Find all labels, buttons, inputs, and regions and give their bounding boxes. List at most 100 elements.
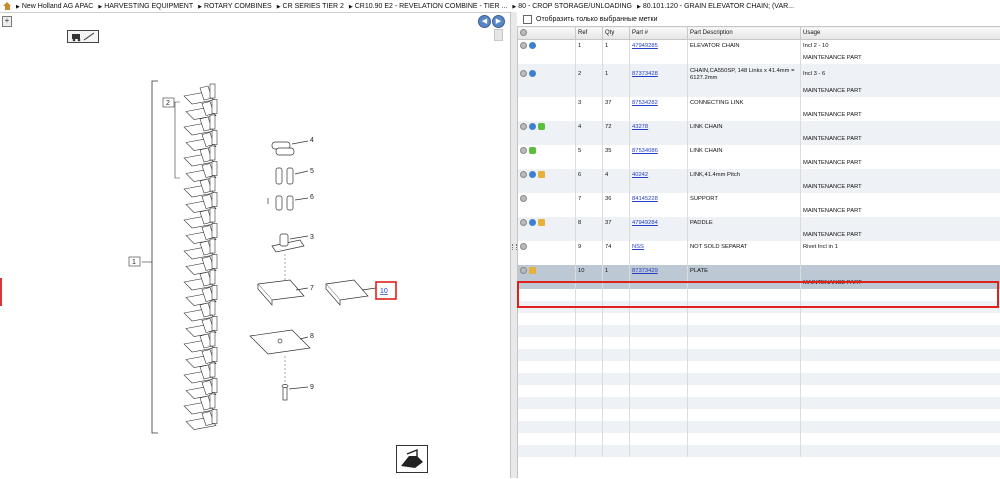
- exploded-diagram: 1 2 4 5 6 3: [100, 58, 440, 443]
- cell-desc: CHAIN,CA550SP, 148 Links x 41.4mm = 6127…: [688, 64, 801, 85]
- cell-part[interactable]: 47949284: [630, 217, 688, 229]
- header-part[interactable]: Part #: [630, 27, 688, 40]
- breadcrumb-item[interactable]: ▶80 - CROP STORAGE/UNLOADING: [512, 3, 632, 10]
- breadcrumb-label: CR10.90 E2 - REVELATION COMBINE - TIER .…: [355, 3, 508, 10]
- elevator-chain-drawing: [184, 84, 217, 430]
- gear-icon[interactable]: [520, 42, 527, 49]
- blue-icon[interactable]: [529, 42, 536, 49]
- row-icons[interactable]: [518, 64, 576, 85]
- gear-icon[interactable]: [520, 70, 527, 77]
- cell-usage: Incl 3 - 6: [801, 64, 1000, 85]
- table-row[interactable]: 6440242LINK,41.4mm Pitch: [518, 169, 1000, 181]
- back-nav-button[interactable]: ◀: [478, 15, 491, 28]
- cell-part[interactable]: 47949285: [630, 40, 688, 53]
- row-icons[interactable]: [518, 217, 576, 229]
- part-number-link[interactable]: NSS: [632, 244, 644, 250]
- header-icons[interactable]: [518, 27, 576, 40]
- expand-icon[interactable]: +: [2, 16, 12, 27]
- view-mode-icon[interactable]: [67, 30, 99, 43]
- diagram-scrollbar[interactable]: [494, 29, 503, 41]
- part-number-link[interactable]: 87373428: [632, 71, 658, 77]
- gear-icon[interactable]: [520, 195, 527, 202]
- row-icons[interactable]: [518, 121, 576, 133]
- table-row[interactable]: 73684145228SUPPORT: [518, 193, 1000, 205]
- cell-desc: LINK CHAIN: [688, 121, 801, 133]
- box-icon[interactable]: [529, 267, 536, 274]
- table-row-note: MAINTENANCE PART: [518, 133, 1000, 145]
- table-row-selected[interactable]: 10187373429PLATE: [518, 265, 1000, 277]
- cell-ref: 3: [576, 97, 603, 109]
- cell-part[interactable]: 87534282: [630, 97, 688, 109]
- row-icons[interactable]: [518, 145, 576, 157]
- table-row[interactable]: 53587534086LINK CHAIN: [518, 145, 1000, 157]
- part-number-link[interactable]: 43278: [632, 124, 648, 130]
- breadcrumb-item[interactable]: ▶ROTARY COMBINES: [198, 3, 272, 10]
- table-row[interactable]: 1147949285ELEVATOR CHAINIncl 2 - 10: [518, 40, 1000, 53]
- part-number-link[interactable]: 87373429: [632, 268, 658, 274]
- cell-part[interactable]: 43278: [630, 121, 688, 133]
- header-ref[interactable]: Ref: [576, 27, 603, 40]
- green-icon[interactable]: [538, 123, 545, 130]
- row-icons[interactable]: [518, 193, 576, 205]
- table-row-note: MAINTENANCE PART: [518, 85, 1000, 97]
- part-number-link[interactable]: 40242: [632, 172, 648, 178]
- gear-icon[interactable]: [520, 147, 527, 154]
- gear-icon[interactable]: [520, 267, 527, 274]
- selected-only-checkbox[interactable]: [523, 15, 532, 24]
- part-number-link[interactable]: 47949285: [632, 43, 658, 49]
- cell-note: MAINTENANCE PART: [801, 229, 1000, 241]
- breadcrumb-item[interactable]: ▶HARVESTING EQUIPMENT: [98, 3, 193, 10]
- table-row[interactable]: 974NSSNOT SOLD SEPARATRivet Incl in 1: [518, 241, 1000, 253]
- blue-icon[interactable]: [529, 70, 536, 77]
- green-icon[interactable]: [529, 147, 536, 154]
- blue-icon[interactable]: [529, 123, 536, 130]
- row-icons[interactable]: [518, 169, 576, 181]
- next-view-icon[interactable]: [396, 445, 428, 473]
- cell-qty: 1: [603, 40, 630, 53]
- gear-icon[interactable]: [520, 171, 527, 178]
- part-number-link[interactable]: 87534086: [632, 148, 658, 154]
- gear-icon[interactable]: [520, 219, 527, 226]
- row-icons[interactable]: [518, 265, 576, 277]
- forward-nav-button[interactable]: ▶: [492, 15, 505, 28]
- table-row-note: MAINTENANCE PART: [518, 181, 1000, 193]
- blue-icon[interactable]: [529, 219, 536, 226]
- box-icon[interactable]: [538, 171, 545, 178]
- breadcrumb-separator-icon: ▶: [349, 4, 353, 10]
- cell-part[interactable]: 87373428: [630, 64, 688, 85]
- table-row[interactable]: 33787534282CONNECTING LINK: [518, 97, 1000, 109]
- table-row[interactable]: 47243278LINK CHAIN: [518, 121, 1000, 133]
- header-qty[interactable]: Qty: [603, 27, 630, 40]
- cell-part[interactable]: 87534086: [630, 145, 688, 157]
- gear-icon[interactable]: [520, 243, 527, 250]
- breadcrumb-item[interactable]: ▶CR10.90 E2 - REVELATION COMBINE - TIER …: [349, 3, 507, 10]
- table-row[interactable]: 83747949284PADDLE: [518, 217, 1000, 229]
- cell-part[interactable]: 84145228: [630, 193, 688, 205]
- table-row[interactable]: 2187373428CHAIN,CA550SP, 148 Links x 41.…: [518, 64, 1000, 85]
- blue-icon[interactable]: [529, 171, 536, 178]
- gear-icon[interactable]: [520, 123, 527, 130]
- row-icons[interactable]: [518, 40, 576, 53]
- cell-ref: 5: [576, 145, 603, 157]
- row-icons[interactable]: [518, 97, 576, 109]
- breadcrumb-item[interactable]: ▶80.101.120 - GRAIN ELEVATOR CHAIN; (VAR…: [637, 3, 794, 10]
- cell-part[interactable]: 87373429: [630, 265, 688, 277]
- breadcrumb-item[interactable]: ▶New Holland AG APAC: [16, 3, 93, 10]
- empty-row: [518, 445, 1000, 457]
- cell-note: [801, 253, 1000, 265]
- part-number-link[interactable]: 84145228: [632, 196, 658, 202]
- header-description[interactable]: Part Description: [688, 27, 801, 40]
- cell-usage: [801, 193, 1000, 205]
- cell-part[interactable]: 40242: [630, 169, 688, 181]
- callout-10-label[interactable]: 10: [380, 288, 388, 295]
- part-number-link[interactable]: 47949284: [632, 220, 658, 226]
- header-usage[interactable]: Usage: [801, 27, 1000, 40]
- breadcrumb-item[interactable]: ▶CR SERIES TIER 2: [277, 3, 344, 10]
- cell-part[interactable]: NSS: [630, 241, 688, 253]
- part-number-link[interactable]: 87534282: [632, 100, 658, 106]
- empty-row: [518, 313, 1000, 325]
- box-icon[interactable]: [538, 219, 545, 226]
- cell-ref: 4: [576, 121, 603, 133]
- row-icons[interactable]: [518, 241, 576, 253]
- home-icon[interactable]: [3, 2, 12, 11]
